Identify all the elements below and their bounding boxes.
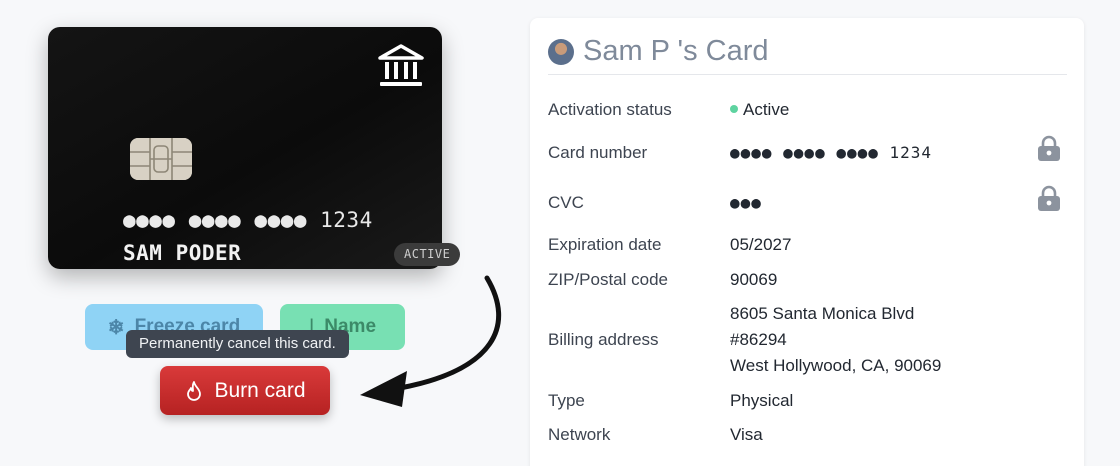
card-number-value: ●●●● ●●●● ●●●● 1234 — [730, 143, 933, 162]
type-label: Type — [548, 391, 585, 410]
activation-status-text: Active — [743, 100, 790, 119]
network-value: Visa — [730, 425, 763, 444]
billing-address-label: Billing address — [548, 330, 659, 349]
cardholder-name: SAM PODER — [123, 241, 242, 265]
type-value: Physical — [730, 391, 794, 410]
activation-status-value: Active — [730, 100, 789, 120]
snowflake-icon: ❄ — [107, 316, 125, 339]
page-title: Sam P 's Card — [583, 34, 769, 67]
expiration-date-label: Expiration date — [548, 235, 662, 254]
burn-card-button[interactable]: Burn card — [160, 366, 330, 415]
panel-header: Sam P 's Card — [548, 34, 1067, 75]
lock-icon[interactable] — [1037, 185, 1061, 212]
cvc-label: CVC — [548, 193, 584, 212]
cvc-value: ●●● — [730, 193, 762, 212]
status-dot-icon — [730, 105, 738, 113]
chip-icon — [130, 138, 192, 180]
expiration-date-value: 05/2027 — [730, 235, 792, 254]
flame-icon — [187, 380, 202, 401]
zip-code-label: ZIP/Postal code — [548, 270, 669, 289]
lock-icon[interactable] — [1037, 135, 1061, 162]
curved-arrow-icon — [360, 275, 502, 407]
billing-address-value: 8605 Santa Monica Blvd #86294 West Holly… — [730, 301, 941, 379]
card-number: ●●●● ●●●● ●●●● 1234 — [123, 208, 373, 232]
zip-code-value: 90069 — [730, 270, 778, 289]
credit-card: ●●●● ●●●● ●●●● 1234 SAM PODER ACTIVE — [48, 27, 461, 269]
billing-address-line: West Hollywood, CA, 90069 — [730, 356, 942, 375]
card-status-badge: ACTIVE — [394, 243, 461, 266]
bank-icon — [378, 44, 424, 86]
billing-address-line: 8605 Santa Monica Blvd — [730, 304, 915, 323]
avatar — [548, 39, 574, 65]
burn-card-tooltip: Permanently cancel this card. — [126, 330, 349, 358]
activation-status-label: Activation status — [548, 100, 672, 119]
network-label: Network — [548, 425, 611, 444]
burn-card-label: Burn card — [214, 378, 306, 402]
billing-address-line: #86294 — [730, 330, 787, 349]
card-number-label: Card number — [548, 143, 648, 162]
